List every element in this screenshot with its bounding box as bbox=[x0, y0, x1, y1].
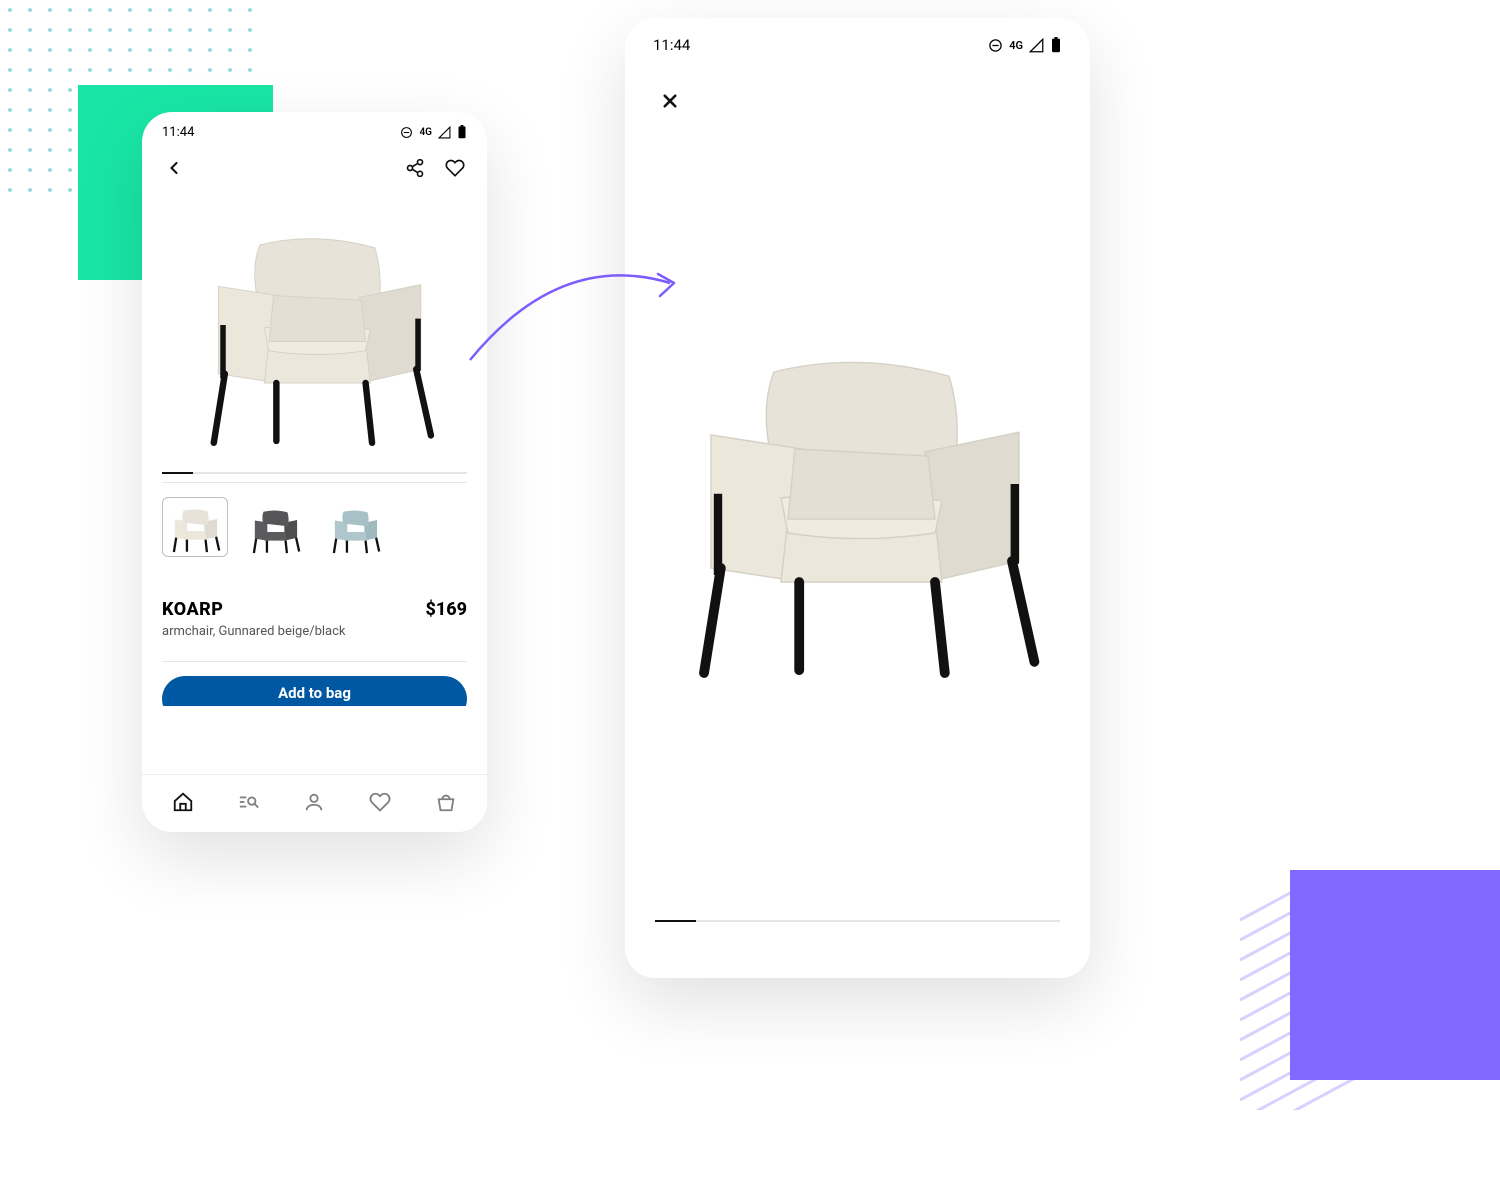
nav-bag[interactable] bbox=[429, 785, 463, 819]
color-variants bbox=[162, 497, 467, 557]
decor-diagonal-lines bbox=[1240, 880, 1500, 1110]
status-time: 11:44 bbox=[162, 125, 194, 140]
phone-product-page: 11:44 4G bbox=[142, 112, 487, 832]
phone-fullscreen-image: 11:44 4G bbox=[625, 18, 1090, 978]
image-pagination[interactable] bbox=[655, 920, 1060, 922]
back-button[interactable] bbox=[164, 158, 184, 178]
close-button[interactable] bbox=[661, 92, 679, 110]
status-bar: 11:44 4G bbox=[625, 18, 1090, 72]
fullscreen-product-image[interactable] bbox=[625, 134, 1090, 920]
status-time: 11:44 bbox=[653, 36, 690, 54]
signal-icon bbox=[438, 126, 451, 139]
product-description: armchair, Gunnared beige/black bbox=[162, 624, 467, 639]
bottom-nav bbox=[142, 774, 487, 832]
network-label: 4G bbox=[1009, 39, 1023, 52]
battery-icon bbox=[457, 125, 467, 139]
dnd-icon bbox=[988, 38, 1003, 53]
nav-search[interactable] bbox=[232, 785, 266, 819]
favorite-button[interactable] bbox=[445, 158, 465, 178]
variant-grey[interactable] bbox=[242, 497, 308, 557]
add-to-bag-button[interactable]: Add to bag bbox=[162, 676, 467, 706]
nav-home[interactable] bbox=[166, 785, 200, 819]
share-button[interactable] bbox=[405, 158, 425, 178]
product-price: $169 bbox=[425, 599, 467, 620]
product-name: KOARP bbox=[162, 599, 223, 620]
variant-beige[interactable] bbox=[162, 497, 228, 557]
product-title-row: KOARP $169 bbox=[162, 599, 467, 620]
nav-account[interactable] bbox=[297, 785, 331, 819]
cta-label: Add to bag bbox=[278, 684, 351, 702]
dnd-icon bbox=[400, 126, 413, 139]
top-app-bar bbox=[142, 152, 487, 184]
divider bbox=[162, 482, 467, 483]
signal-icon bbox=[1029, 38, 1044, 53]
product-hero-image[interactable] bbox=[157, 202, 472, 452]
divider bbox=[162, 661, 467, 662]
variant-blue[interactable] bbox=[322, 497, 388, 557]
armchair-image-large bbox=[648, 312, 1068, 712]
network-label: 4G bbox=[419, 127, 432, 138]
armchair-image bbox=[175, 222, 455, 452]
battery-icon bbox=[1050, 37, 1062, 53]
image-pagination[interactable] bbox=[162, 472, 467, 474]
nav-favorites[interactable] bbox=[363, 785, 397, 819]
status-bar: 11:44 4G bbox=[142, 112, 487, 152]
